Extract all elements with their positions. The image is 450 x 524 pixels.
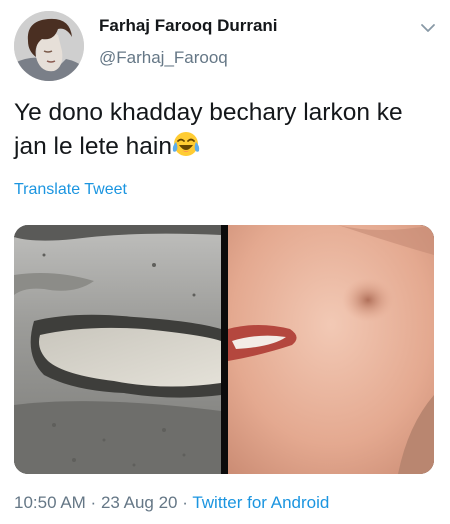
chevron-down-icon[interactable] [420, 22, 436, 34]
author-handle[interactable]: @Farhaj_Farooq [99, 48, 228, 68]
tweet-text: Ye dono khadday bechary larkon ke jan le… [14, 96, 442, 164]
pothole-image [14, 225, 221, 474]
dimple-image [228, 225, 434, 474]
tweet-source-app[interactable]: Twitter for Android [192, 493, 329, 512]
tweet-date[interactable]: 23 Aug 20 [101, 493, 178, 512]
avatar-image [14, 11, 84, 81]
meta-separator: · [177, 493, 193, 512]
author-display-name[interactable]: Farhaj Farooq Durrani [99, 16, 278, 36]
tweet-media[interactable] [14, 225, 434, 474]
tweet-metadata: 10:50 AM · 23 Aug 20 · Twitter for Andro… [14, 493, 329, 513]
meta-separator: · [85, 493, 101, 512]
translate-tweet-link[interactable]: Translate Tweet [14, 181, 127, 199]
tweet-time[interactable]: 10:50 AM [14, 493, 86, 512]
pothole-photo[interactable] [14, 225, 221, 474]
dimple-photo[interactable] [228, 225, 434, 474]
media-divider [221, 225, 228, 474]
face-with-tears-of-joy-icon [172, 132, 200, 156]
tweet-text-body: Ye dono khadday bechary larkon ke jan le… [14, 99, 403, 160]
tweet-card: Farhaj Farooq Durrani @Farhaj_Farooq Ye … [0, 0, 450, 524]
author-avatar[interactable] [14, 11, 84, 81]
